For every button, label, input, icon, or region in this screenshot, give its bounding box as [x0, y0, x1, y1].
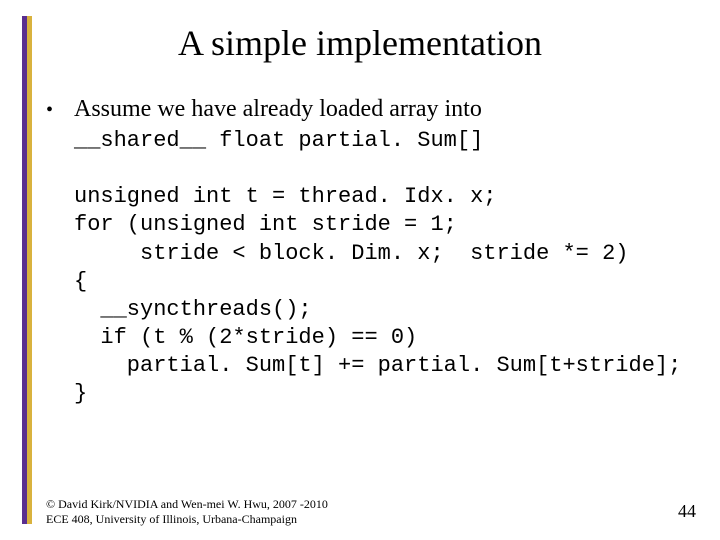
slide: A simple implementation • Assume we have… — [0, 0, 720, 540]
slide-title: A simple implementation — [0, 22, 720, 64]
code-line: for (unsigned int stride = 1; — [74, 212, 457, 237]
slide-body: • Assume we have already loaded array in… — [46, 96, 700, 409]
code-line: unsigned int t = thread. Idx. x; — [74, 184, 496, 209]
bullet-text: Assume we have already loaded array into — [74, 96, 700, 123]
code-line: __syncthreads(); — [74, 297, 312, 322]
stripe-gold — [27, 16, 32, 524]
side-stripe — [22, 16, 32, 524]
footer: © David Kirk/NVIDIA and Wen-mei W. Hwu, … — [46, 497, 328, 526]
bullet-dot: • — [46, 100, 74, 120]
code-line: __shared__ float partial. Sum[] — [74, 128, 483, 153]
code-block: __shared__ float partial. Sum[] unsigned… — [74, 127, 700, 409]
bullet-row: • Assume we have already loaded array in… — [46, 96, 700, 123]
code-line: if (t % (2*stride) == 0) — [74, 325, 417, 350]
code-line: { — [74, 269, 87, 294]
footer-line2: ECE 408, University of Illinois, Urbana-… — [46, 512, 328, 526]
code-line: stride < block. Dim. x; stride *= 2) — [74, 241, 629, 266]
code-line: } — [74, 381, 87, 406]
footer-line1: © David Kirk/NVIDIA and Wen-mei W. Hwu, … — [46, 497, 328, 511]
code-line: partial. Sum[t] += partial. Sum[t+stride… — [74, 353, 681, 378]
page-number: 44 — [678, 501, 696, 522]
